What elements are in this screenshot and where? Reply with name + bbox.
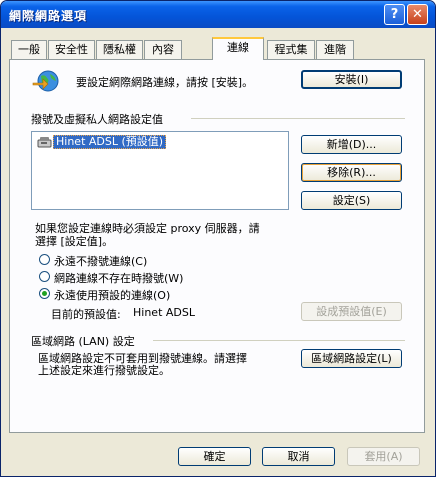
connections-listbox[interactable]: Hinet ADSL (預設值) bbox=[31, 131, 289, 210]
tab-connections[interactable]: 連線 bbox=[212, 37, 264, 60]
tab-security[interactable]: 安全性 bbox=[48, 40, 95, 59]
cancel-button[interactable]: 取消 bbox=[262, 447, 335, 466]
radio-selected-dot bbox=[42, 291, 47, 296]
lan-settings-button[interactable]: 區域網路設定(L) bbox=[301, 349, 402, 368]
network-globe-icon bbox=[31, 68, 61, 94]
setup-description: 要設定網際網路連線，請按 [安裝]。 bbox=[76, 76, 254, 89]
window-title: 網際網路選項 bbox=[9, 9, 88, 23]
dialup-group-divider bbox=[191, 118, 405, 119]
current-default-label: 目前的預設值: bbox=[51, 308, 121, 321]
radio-always-dial-default[interactable] bbox=[39, 288, 50, 299]
lan-group-label: 區域網路 (LAN) 設定 bbox=[31, 335, 135, 348]
radio-always-dial-default-label[interactable]: 永遠使用預設的連線(O) bbox=[54, 287, 170, 303]
title-bar[interactable]: 網際網路選項 ? ✕ bbox=[1, 1, 435, 28]
current-default-value: Hinet ADSL bbox=[133, 306, 195, 319]
tab-content[interactable]: 內容 bbox=[144, 40, 182, 59]
close-button[interactable]: ✕ bbox=[407, 4, 428, 25]
add-connection-button[interactable]: 新增(D)... bbox=[301, 135, 402, 154]
setup-button[interactable]: 安裝(I) bbox=[301, 70, 402, 89]
tab-privacy[interactable]: 隱私權 bbox=[96, 40, 143, 59]
connection-name: Hinet ADSL (預設值) bbox=[53, 135, 167, 149]
remove-connection-button[interactable]: 移除(R)... bbox=[301, 163, 402, 182]
dialup-group-label: 撥號及虛擬私人網路設定值 bbox=[31, 113, 163, 126]
help-button[interactable]: ? bbox=[384, 4, 405, 25]
radio-never-dial-label[interactable]: 永遠不撥號連線(C) bbox=[54, 253, 147, 269]
radio-dial-when-no-network[interactable] bbox=[39, 271, 50, 282]
apply-button[interactable]: 套用(A) bbox=[347, 447, 420, 466]
dialog-window: 網際網路選項 ? ✕ 一般 安全性 隱私權 內容 連線 程式集 進階 要設定網際… bbox=[0, 0, 436, 477]
proxy-note-line2: 選擇 [設定值]。 bbox=[35, 235, 114, 248]
radio-dial-when-no-network-label[interactable]: 網路連線不存在時撥號(W) bbox=[54, 270, 183, 286]
phone-connection-icon bbox=[37, 136, 53, 148]
tab-programs[interactable]: 程式集 bbox=[267, 40, 315, 59]
tab-general[interactable]: 一般 bbox=[11, 40, 47, 59]
ok-button[interactable]: 確定 bbox=[178, 447, 251, 466]
lan-group-divider bbox=[153, 340, 405, 341]
connection-settings-button[interactable]: 設定(S) bbox=[301, 191, 402, 210]
tab-advanced[interactable]: 進階 bbox=[316, 40, 354, 59]
lan-text-line2: 上述設定來進行撥號設定。 bbox=[38, 364, 170, 377]
set-default-button[interactable]: 設成預設值(E) bbox=[301, 302, 402, 321]
list-item[interactable]: Hinet ADSL (預設值) bbox=[37, 135, 167, 149]
radio-never-dial[interactable] bbox=[39, 254, 50, 265]
